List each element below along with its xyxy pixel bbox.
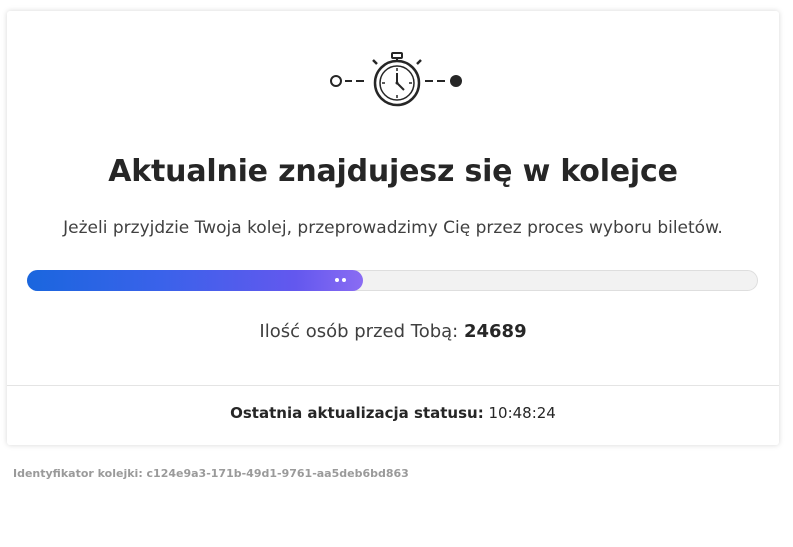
stopwatch-icon	[330, 52, 462, 107]
page-title: Aktualnie znajdujesz się w kolejce	[108, 154, 678, 189]
last-update-time: 10:48:24	[488, 404, 556, 422]
queue-id: Identyfikator kolejki: c124e9a3-171b-49d…	[13, 467, 409, 480]
card-divider	[7, 385, 779, 386]
filled-circle-icon	[450, 75, 462, 87]
people-ahead-count: 24689	[463, 321, 527, 342]
queue-page: Aktualnie znajdujesz się w kolejce Jeżel…	[0, 0, 793, 547]
people-ahead-line: Ilość osób przed Tobą: 24689	[7, 321, 779, 342]
people-ahead-label: Ilość osób przed Tobą:	[259, 321, 459, 342]
queue-progress-fill	[27, 270, 363, 291]
page-subtitle: Jeżeli przyjdzie Twoja kolej, przeprowad…	[63, 218, 723, 238]
last-update-label: Ostatnia aktualizacja statusu:	[230, 404, 484, 422]
progress-indicator-dots	[335, 278, 349, 284]
queue-card: Aktualnie znajdujesz się w kolejce Jeżel…	[7, 11, 779, 445]
hollow-circle-icon	[330, 75, 342, 87]
last-update-line: Ostatnia aktualizacja statusu: 10:48:24	[7, 404, 779, 422]
